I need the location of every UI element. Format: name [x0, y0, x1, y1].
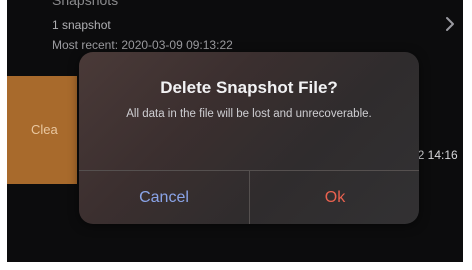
app-screen: Snapshots 1 snapshot Most recent: 2020-0…: [7, 0, 463, 262]
snapshots-list-row[interactable]: Snapshots 1 snapshot Most recent: 2020-0…: [7, 0, 463, 60]
delete-snapshot-alert: Delete Snapshot File? All data in the fi…: [79, 52, 419, 224]
swipe-action-button[interactable]: Clea: [7, 76, 77, 184]
chevron-right-icon: [446, 17, 454, 31]
cancel-button[interactable]: Cancel: [79, 171, 249, 224]
ok-button[interactable]: Ok: [250, 171, 419, 224]
snapshot-count: 1 snapshot: [52, 18, 111, 32]
alert-title: Delete Snapshot File?: [160, 78, 338, 97]
row-title: Snapshots: [52, 0, 119, 8]
swipe-action-label: Clea: [31, 122, 58, 137]
most-recent-timestamp: Most recent: 2020-03-09 09:13:22: [52, 38, 233, 52]
alert-message: All data in the file will be lost and un…: [126, 108, 372, 120]
